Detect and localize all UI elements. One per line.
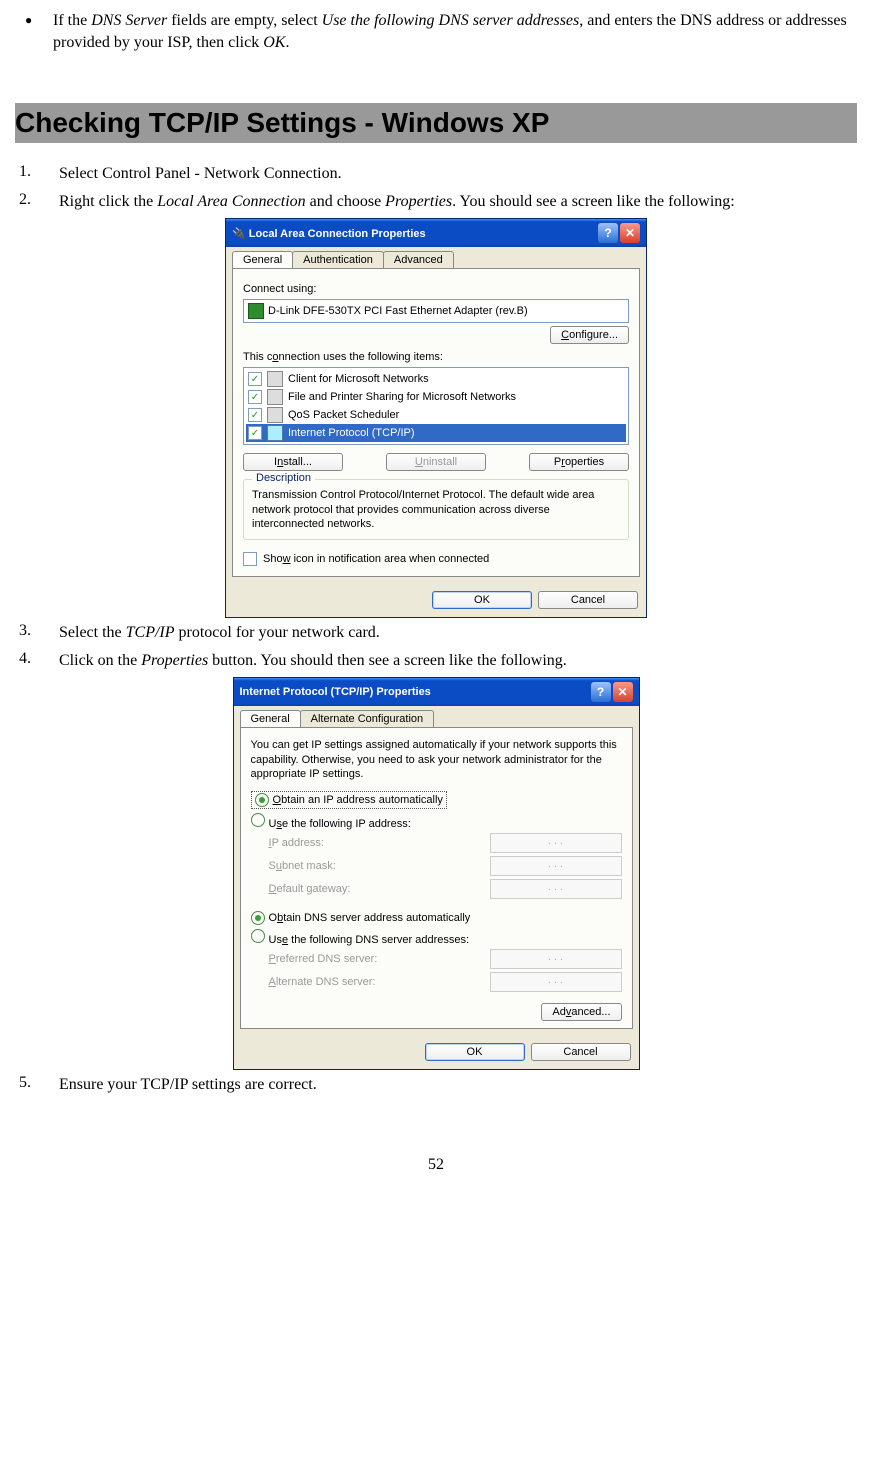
window-titlebar[interactable]: 🔌 Local Area Connection Properties ? ✕: [226, 219, 646, 247]
step-5: 5. Ensure your TCP/IP settings are corre…: [15, 1074, 857, 1096]
window-titlebar[interactable]: Internet Protocol (TCP/IP) Properties ? …: [234, 678, 639, 706]
close-icon[interactable]: ✕: [620, 223, 640, 243]
checkbox-icon[interactable]: [243, 552, 257, 566]
step-3: 3. Select the TCP/IP protocol for your n…: [15, 622, 857, 644]
tab-general[interactable]: General: [232, 251, 293, 268]
ok-button[interactable]: OK: [425, 1043, 525, 1061]
fileshare-icon: [267, 389, 283, 405]
list-item[interactable]: ✓File and Printer Sharing for Microsoft …: [246, 388, 626, 406]
tcpip-icon: [267, 425, 283, 441]
configure-button[interactable]: Configure...: [550, 326, 629, 344]
list-item-selected[interactable]: ✓Internet Protocol (TCP/IP): [246, 424, 626, 442]
page-number: 52: [15, 1156, 857, 1174]
uninstall-button: Uninstall: [386, 453, 486, 471]
figure-lan-properties: 🔌 Local Area Connection Properties ? ✕ G…: [15, 218, 857, 618]
properties-button[interactable]: Properties: [529, 453, 629, 471]
show-icon-label: Show icon in notification area when conn…: [263, 553, 489, 565]
description-legend: Description: [252, 472, 315, 484]
step-2: 2. Right click the Local Area Connection…: [15, 191, 857, 213]
qos-icon: [267, 407, 283, 423]
alternate-dns-field: Alternate DNS server:· · ·: [269, 972, 622, 992]
subnet-field: Subnet mask:· · ·: [269, 856, 622, 876]
intro-text: You can get IP settings assigned automat…: [251, 738, 622, 781]
connect-using-label: Connect using:: [243, 283, 629, 295]
gateway-field: Default gateway:· · ·: [269, 879, 622, 899]
description-text: Transmission Control Protocol/Internet P…: [252, 488, 620, 531]
bullet-item: ● If the DNS Server fields are empty, se…: [15, 10, 857, 53]
radio-use-ip[interactable]: Use the following IP address:: [251, 813, 622, 830]
bullet-text: If the DNS Server fields are empty, sele…: [53, 10, 857, 53]
tab-general[interactable]: General: [240, 710, 301, 727]
step-4: 4. Click on the Properties button. You s…: [15, 650, 857, 672]
list-item[interactable]: ✓Client for Microsoft Networks: [246, 370, 626, 388]
tab-authentication[interactable]: Authentication: [292, 251, 384, 268]
cancel-button[interactable]: Cancel: [531, 1043, 631, 1061]
cancel-button[interactable]: Cancel: [538, 591, 638, 609]
client-icon: [267, 371, 283, 387]
radio-obtain-dns[interactable]: Obtain DNS server address automatically: [251, 911, 622, 925]
tab-advanced[interactable]: Advanced: [383, 251, 454, 268]
tab-alternate-config[interactable]: Alternate Configuration: [300, 710, 435, 727]
figure-tcpip-properties: Internet Protocol (TCP/IP) Properties ? …: [15, 677, 857, 1070]
advanced-button[interactable]: Advanced...: [541, 1003, 621, 1021]
step-1: 1. Select Control Panel - Network Connec…: [15, 163, 857, 185]
bullet-marker: ●: [15, 10, 53, 53]
help-icon[interactable]: ?: [591, 682, 611, 702]
list-item[interactable]: ✓QoS Packet Scheduler: [246, 406, 626, 424]
adapter-icon: [248, 303, 264, 319]
ip-address-field: IP address:· · ·: [269, 833, 622, 853]
close-icon[interactable]: ✕: [613, 682, 633, 702]
radio-use-dns[interactable]: Use the following DNS server addresses:: [251, 929, 622, 946]
preferred-dns-field: Preferred DNS server:· · ·: [269, 949, 622, 969]
ok-button[interactable]: OK: [432, 591, 532, 609]
install-button[interactable]: Install...: [243, 453, 343, 471]
window-title: Internet Protocol (TCP/IP) Properties: [240, 686, 431, 698]
show-icon-checkbox-row[interactable]: Show icon in notification area when conn…: [243, 552, 629, 566]
window-title: Local Area Connection Properties: [249, 228, 426, 240]
radio-obtain-ip[interactable]: Obtain an IP address automatically: [251, 791, 447, 809]
items-listbox[interactable]: ✓Client for Microsoft Networks ✓File and…: [243, 367, 629, 445]
connection-uses-label: This connection uses the following items…: [243, 351, 629, 363]
description-group: Description Transmission Control Protoco…: [243, 479, 629, 540]
help-icon[interactable]: ?: [598, 223, 618, 243]
section-heading: Checking TCP/IP Settings - Windows XP: [15, 103, 857, 143]
adapter-display: D-Link DFE-530TX PCI Fast Ethernet Adapt…: [243, 299, 629, 323]
